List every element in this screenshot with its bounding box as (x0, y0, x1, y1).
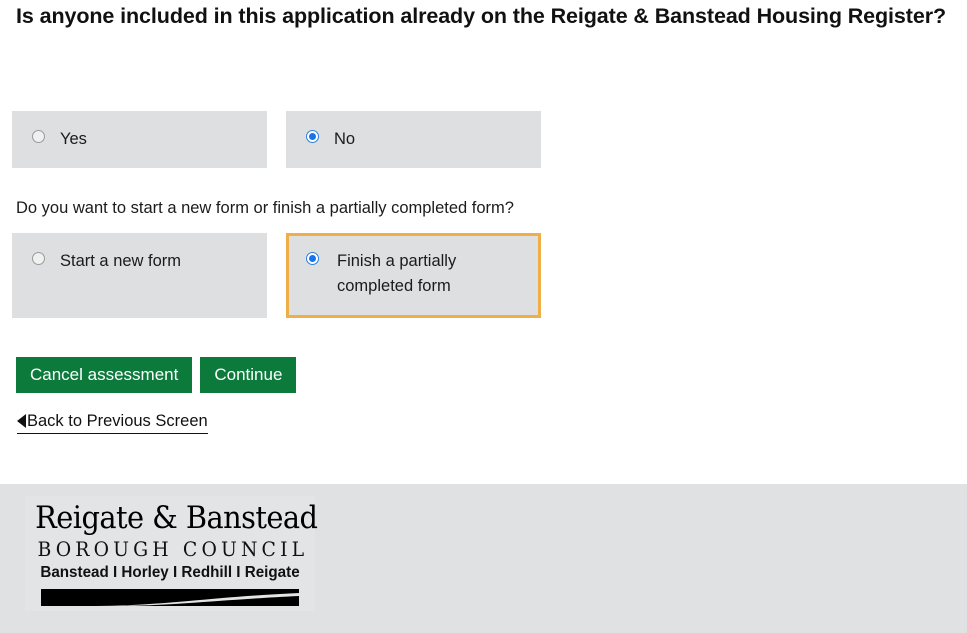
page-footer: Reigate & Banstead BOROUGH COUNCIL Banst… (0, 484, 967, 633)
radio-yes[interactable] (32, 130, 45, 143)
radio-no[interactable] (306, 130, 319, 143)
council-logo: Reigate & Banstead BOROUGH COUNCIL Banst… (25, 496, 318, 611)
back-to-previous-screen-label: Back to Previous Screen (27, 412, 208, 430)
continue-button[interactable]: Continue (200, 357, 297, 393)
form-actions: Cancel assessment Continue (16, 357, 297, 393)
back-arrow-icon (17, 414, 26, 428)
option-yes-label: Yes (60, 130, 87, 148)
page-title: Is anyone included in this application a… (16, 4, 947, 28)
council-logo-towns: Banstead I Horley I Redhill I Reigate (40, 564, 300, 581)
cancel-assessment-button[interactable]: Cancel assessment (16, 357, 193, 393)
option-yes[interactable]: Yes (12, 111, 267, 168)
option-finish-partial-form[interactable]: Finish a partially completed form (286, 233, 541, 318)
option-no[interactable]: No (286, 111, 541, 168)
back-to-previous-screen-link[interactable]: Back to Previous Screen (17, 411, 208, 434)
council-logo-swoosh-icon (41, 589, 299, 606)
question-2-prompt: Do you want to start a new form or finis… (16, 199, 514, 217)
council-logo-name: Reigate & Banstead (35, 500, 318, 536)
option-start-new-form-label: Start a new form (60, 252, 182, 270)
option-finish-partial-form-label: Finish a partially completed form (337, 252, 457, 295)
option-start-new-form[interactable]: Start a new form (12, 233, 267, 318)
council-logo-subtitle: BOROUGH COUNCIL (37, 537, 309, 561)
option-no-label: No (334, 130, 356, 148)
radio-finish-partial-form[interactable] (306, 252, 319, 265)
radio-start-new-form[interactable] (32, 252, 45, 265)
